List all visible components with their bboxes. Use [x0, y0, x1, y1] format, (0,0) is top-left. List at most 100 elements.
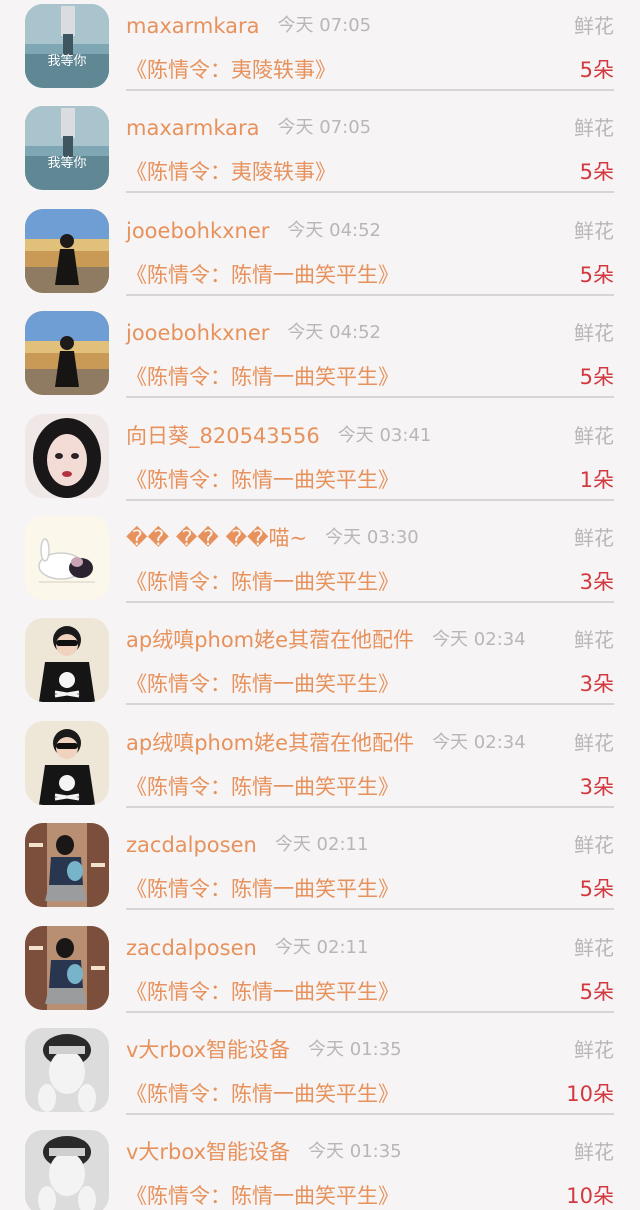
timestamp: 今天 02:34 — [432, 731, 526, 753]
list-item[interactable]: zacdalposen 今天 02:11 鲜花 《陈情令：陈情一曲笑平生》 5朵 — [0, 819, 640, 921]
work-title[interactable]: 《陈情令：陈情一曲笑平生》 — [126, 465, 399, 495]
gift-count: 3朵 — [579, 672, 614, 697]
timestamp: 今天 01:35 — [308, 1038, 402, 1060]
username[interactable]: jooebohkxner — [126, 217, 269, 245]
gift-type: 鲜花 — [574, 1140, 614, 1165]
gift-count: 5朵 — [579, 979, 614, 1004]
field-girl-avatar — [25, 311, 109, 396]
skull-shirt-avatar — [25, 618, 109, 703]
list-item[interactable]: 我等你 maxarmkara 今天 07:05 鲜花 《陈情令：夷陵轶事》 5朵 — [0, 0, 640, 102]
username[interactable]: v大rbox智能设备 — [126, 1138, 290, 1166]
gift-type: 鲜花 — [574, 116, 614, 141]
timestamp: 今天 02:11 — [274, 936, 369, 958]
user-avatar[interactable] — [25, 311, 109, 396]
gift-type: 鲜花 — [574, 14, 614, 38]
username[interactable]: ap绒嗔phom姥e其蓿在他配件 — [126, 626, 414, 654]
username[interactable]: �� �� ��喵~ — [126, 524, 307, 552]
list-item-content: maxarmkara 今天 07:05 鲜花 《陈情令：夷陵轶事》 5朵 — [126, 0, 614, 91]
work-title[interactable]: 《陈情令：夷陵轶事》 — [126, 157, 336, 187]
bw-boy-avatar — [25, 1027, 109, 1112]
gift-type: 鲜花 — [574, 218, 614, 243]
timestamp: 今天 04:52 — [287, 322, 381, 344]
gift-type: 鲜花 — [574, 628, 614, 653]
list-item-content: zacdalposen 今天 02:11 鲜花 《陈情令：陈情一曲笑平生》 5朵 — [126, 819, 614, 911]
list-item-content: �� �� ��喵~ 今天 03:30 鲜花 《陈情令：陈情一曲笑平生》 3朵 — [126, 512, 614, 603]
user-avatar[interactable] — [25, 1027, 109, 1112]
work-title[interactable]: 《陈情令：陈情一曲笑平生》 — [126, 567, 399, 597]
list-item[interactable]: v大rbox智能设备 今天 01:35 鲜花 《陈情令：陈情一曲笑平生》 10朵 — [0, 1024, 640, 1126]
list-item-content: 向日葵_820543556 今天 03:41 鲜花 《陈情令：陈情一曲笑平生》 … — [126, 410, 614, 501]
gift-type: 鲜花 — [574, 423, 614, 448]
gift-type: 鲜花 — [574, 1037, 614, 1062]
user-avatar[interactable]: 我等你 — [25, 4, 109, 88]
work-title[interactable]: 《陈情令：陈情一曲笑平生》 — [126, 260, 399, 290]
list-item[interactable]: 向日葵_820543556 今天 03:41 鲜花 《陈情令：陈情一曲笑平生》 … — [0, 410, 640, 512]
portrait-girl-avatar — [25, 413, 109, 498]
list-item[interactable]: zacdalposen 今天 02:11 鲜花 《陈情令：陈情一曲笑平生》 5朵 — [0, 922, 640, 1024]
timestamp: 今天 04:52 — [287, 219, 381, 241]
gift-type: 鲜花 — [574, 833, 614, 858]
list-item[interactable]: �� �� ��喵~ 今天 03:30 鲜花 《陈情令：陈情一曲笑平生》 3朵 — [0, 512, 640, 614]
gift-count: 3朵 — [579, 569, 614, 594]
user-avatar[interactable] — [25, 925, 109, 1010]
gift-count: 5朵 — [579, 58, 614, 82]
school-girl-avatar — [25, 823, 109, 908]
user-avatar[interactable] — [25, 618, 109, 703]
user-avatar[interactable] — [25, 823, 109, 908]
gift-count: 5朵 — [579, 877, 614, 902]
work-title[interactable]: 《陈情令：陈情一曲笑平生》 — [126, 977, 399, 1007]
work-title[interactable]: 《陈情令：陈情一曲笑平生》 — [126, 772, 399, 802]
list-item[interactable]: v大rbox智能设备 今天 01:35 鲜花 《陈情令：陈情一曲笑平生》 10朵 — [0, 1126, 640, 1210]
svg-text:我等你: 我等你 — [47, 155, 86, 171]
username[interactable]: zacdalposen — [126, 831, 257, 859]
username[interactable]: maxarmkara — [126, 12, 260, 40]
gift-count: 1朵 — [579, 467, 614, 492]
user-avatar[interactable] — [25, 1130, 109, 1210]
list-item[interactable]: jooebohkxner 今天 04:52 鲜花 《陈情令：陈情一曲笑平生》 5… — [0, 307, 640, 409]
gift-type: 鲜花 — [574, 525, 614, 550]
work-title[interactable]: 《陈情令：陈情一曲笑平生》 — [126, 669, 399, 699]
username[interactable]: jooebohkxner — [126, 319, 269, 347]
gift-count: 5朵 — [579, 262, 614, 287]
user-avatar[interactable]: 我等你 — [25, 106, 109, 191]
gift-count: 5朵 — [579, 365, 614, 390]
list-item-content: zacdalposen 今天 02:11 鲜花 《陈情令：陈情一曲笑平生》 5朵 — [126, 922, 614, 1013]
winter-girl-avatar: 我等你 — [25, 4, 109, 88]
gift-type: 鲜花 — [574, 935, 614, 960]
timestamp: 今天 02:11 — [274, 834, 369, 856]
school-girl-avatar — [25, 925, 109, 1010]
user-avatar[interactable] — [25, 515, 109, 600]
timestamp: 今天 01:35 — [308, 1141, 402, 1163]
list-item-content: maxarmkara 今天 07:05 鲜花 《陈情令：夷陵轶事》 5朵 — [126, 102, 614, 194]
list-item-content: ap绒嗔phom姥e其蓿在他配件 今天 02:34 鲜花 《陈情令：陈情一曲笑平… — [126, 717, 614, 808]
work-title[interactable]: 《陈情令：夷陵轶事》 — [126, 55, 336, 85]
timestamp: 今天 03:30 — [325, 526, 419, 548]
username[interactable]: maxarmkara — [126, 114, 260, 142]
username[interactable]: zacdalposen — [126, 934, 257, 962]
list-item[interactable]: jooebohkxner 今天 04:52 鲜花 《陈情令：陈情一曲笑平生》 5… — [0, 205, 640, 307]
username[interactable]: 向日葵_820543556 — [126, 422, 320, 450]
gift-record-list: 我等你 maxarmkara 今天 07:05 鲜花 《陈情令：夷陵轶事》 5朵 — [0, 0, 640, 1210]
list-item[interactable]: ap绒嗔phom姥e其蓿在他配件 今天 02:34 鲜花 《陈情令：陈情一曲笑平… — [0, 717, 640, 819]
list-item-content: v大rbox智能设备 今天 01:35 鲜花 《陈情令：陈情一曲笑平生》 10朵 — [126, 1024, 614, 1115]
list-item[interactable]: 我等你 maxarmkara 今天 07:05 鲜花 《陈情令：夷陵轶事》 5朵 — [0, 102, 640, 204]
timestamp: 今天 02:34 — [432, 629, 526, 651]
winter-girl-avatar: 我等你 — [25, 106, 109, 191]
list-item-content: ap绒嗔phom姥e其蓿在他配件 今天 02:34 鲜花 《陈情令：陈情一曲笑平… — [126, 614, 614, 706]
work-title[interactable]: 《陈情令：陈情一曲笑平生》 — [126, 874, 399, 904]
gift-type: 鲜花 — [574, 730, 614, 755]
work-title[interactable]: 《陈情令：陈情一曲笑平生》 — [126, 362, 399, 392]
gift-count: 3朵 — [579, 774, 614, 799]
list-item[interactable]: ap绒嗔phom姥e其蓿在他配件 今天 02:34 鲜花 《陈情令：陈情一曲笑平… — [0, 614, 640, 716]
work-title[interactable]: 《陈情令：陈情一曲笑平生》 — [126, 1079, 399, 1109]
skull-shirt-avatar — [25, 720, 109, 805]
rabbit-avatar — [25, 515, 109, 600]
work-title[interactable]: 《陈情令：陈情一曲笑平生》 — [126, 1181, 399, 1210]
user-avatar[interactable] — [25, 720, 109, 805]
bw-boy-avatar — [25, 1130, 109, 1210]
timestamp: 今天 07:05 — [277, 15, 372, 36]
username[interactable]: ap绒嗔phom姥e其蓿在他配件 — [126, 729, 414, 757]
username[interactable]: v大rbox智能设备 — [126, 1036, 290, 1064]
user-avatar[interactable] — [25, 208, 109, 293]
user-avatar[interactable] — [25, 413, 109, 498]
